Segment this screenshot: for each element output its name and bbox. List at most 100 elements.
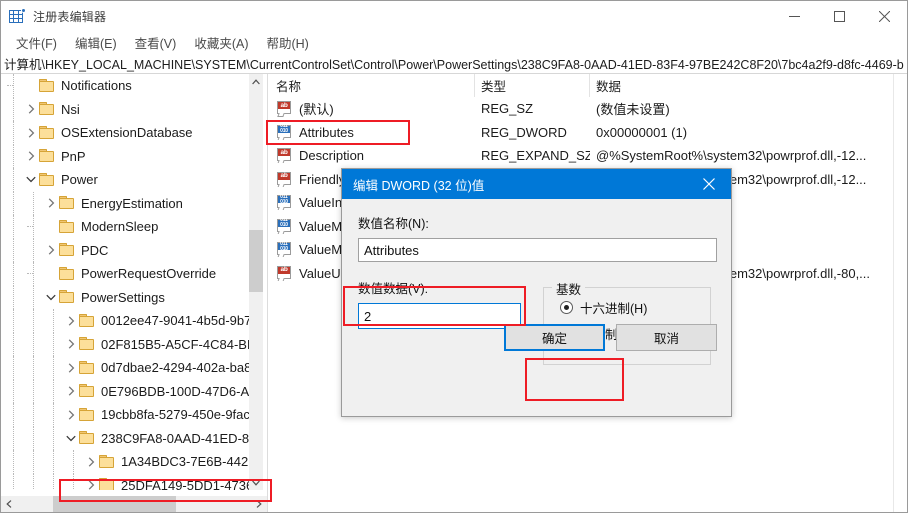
tree-item-0d7dbae2-4294-402a-ba8e[interactable]: 0d7dbae2-4294-402a-ba8e- <box>1 356 249 380</box>
dword-value-icon: 011 010 <box>276 124 293 140</box>
scroll-down-arrow-icon[interactable] <box>249 475 263 490</box>
value-data-cell: 0x00000001 (1) <box>596 124 688 140</box>
dialog-middle-row: 数值数据(V): 基数 十六进制(H) 十进制(D) <box>358 278 715 365</box>
chevron-right-icon[interactable] <box>83 450 99 474</box>
address-path: 计算机\HKEY_LOCAL_MACHINE\SYSTEM\CurrentCon… <box>4 57 904 72</box>
menu-item-help[interactable]: 帮助(H) <box>257 31 317 54</box>
tree-scrollbar-thumb[interactable] <box>249 230 263 292</box>
tree-guide-line <box>33 262 34 286</box>
address-bar[interactable]: 计算机\HKEY_LOCAL_MACHINE\SYSTEM\CurrentCon… <box>1 53 907 74</box>
dialog-close-button[interactable] <box>686 169 731 199</box>
tree-guide-line <box>33 426 34 450</box>
tree-vertical-scrollbar[interactable] <box>249 74 263 490</box>
tree-item-19cbb8fa-5279-450e-9fac-8[interactable]: 19cbb8fa-5279-450e-9fac-8 <box>1 403 249 427</box>
menu-item-edit[interactable]: 编辑(E) <box>66 31 126 54</box>
tree-item-label: 238C9FA8-0AAD-41ED-83F4 <box>101 430 249 446</box>
scroll-left-arrow-icon[interactable] <box>1 496 17 512</box>
chevron-down-icon[interactable] <box>43 286 59 310</box>
menu-item-file[interactable]: 文件(F) <box>7 31 66 54</box>
chevron-right-icon[interactable] <box>63 403 79 427</box>
tree-guide-line <box>13 262 14 286</box>
scroll-up-arrow-icon[interactable] <box>249 74 263 89</box>
tree-item-label: 0d7dbae2-4294-402a-ba8e- <box>101 360 249 376</box>
chevron-right-icon[interactable] <box>23 121 39 145</box>
tree-guide-line <box>53 473 54 490</box>
tree-item-02f815b5-a5cf-4c84-bf20[interactable]: 02F815B5-A5CF-4C84-BF20- <box>1 332 249 357</box>
tree-item-nsi[interactable]: Nsi <box>1 97 249 122</box>
maximize-button[interactable] <box>817 1 862 31</box>
chevron-right-icon[interactable] <box>63 356 79 380</box>
chevron-right-icon[interactable] <box>43 192 59 216</box>
value-data-input[interactable] <box>358 303 521 329</box>
minimize-button[interactable] <box>772 1 817 31</box>
menu-item-view[interactable]: 查看(V) <box>126 31 186 54</box>
tree-item-energyestimation[interactable]: EnergyEstimation <box>1 191 249 216</box>
tree-item-notifications[interactable]: Notifications <box>1 74 249 98</box>
tree-item-1a34bdc3-7e6b-442e-a9[interactable]: 1A34BDC3-7E6B-442E-A9 <box>1 450 249 474</box>
tree-item-pnp[interactable]: PnP <box>1 144 249 169</box>
tree-guide-line <box>33 238 34 262</box>
tree-item-label: Nsi <box>61 101 80 117</box>
value-name-cell: 011 010 Attributes <box>270 124 475 140</box>
string-value-icon: ab <box>276 265 293 281</box>
tree-item-powerrequestoverride[interactable]: PowerRequestOverride <box>1 262 249 286</box>
tree-item-osextensiondatabase[interactable]: OSExtensionDatabase <box>1 121 249 145</box>
tree-guide-line <box>13 403 14 427</box>
tree-horizontal-scrollbar[interactable] <box>1 496 267 512</box>
cancel-button[interactable]: 取消 <box>616 324 717 351</box>
tree-leaf-marker <box>43 215 59 239</box>
window-controls <box>772 1 907 31</box>
chevron-right-icon[interactable] <box>63 333 79 357</box>
tree-item-238c9fa8-0aad-41ed-83f4[interactable]: 238C9FA8-0AAD-41ED-83F4 <box>1 426 249 451</box>
tree-item-label: 0012ee47-9041-4b5d-9b77- <box>101 313 249 329</box>
radio-hexadecimal-icon[interactable] <box>560 300 573 314</box>
title-bar: 注册表编辑器 <box>1 1 907 31</box>
tree-item-label: 19cbb8fa-5279-450e-9fac-8 <box>101 407 249 423</box>
value-row[interactable]: ab (默认) REG_SZ (数值未设置) <box>270 97 907 121</box>
value-data-label: 数值数据(V): <box>358 282 429 296</box>
tree-item-label: Notifications <box>61 78 132 94</box>
chevron-right-icon[interactable] <box>43 239 59 263</box>
chevron-right-icon[interactable] <box>63 309 79 333</box>
tree-item-25dfa149-5dd1-4736-b5[interactable]: 25DFA149-5DD1-4736-B5 <box>1 473 249 491</box>
column-header-type[interactable]: 类型 <box>475 74 590 97</box>
chevron-right-icon[interactable] <box>23 98 39 122</box>
scroll-right-arrow-icon[interactable] <box>251 496 267 512</box>
tree-guide-line <box>53 356 54 380</box>
value-row[interactable]: 011 010 Attributes REG_DWORD 0x00000001 (1) <box>270 121 907 145</box>
ok-button[interactable]: 确定 <box>504 324 605 351</box>
chevron-right-icon[interactable] <box>63 380 79 404</box>
tree-item-modernsleep[interactable]: ModernSleep <box>1 215 249 239</box>
tree-guide-line <box>33 450 34 474</box>
tree-guide-line <box>33 191 34 215</box>
menu-item-favorites[interactable]: 收藏夹(A) <box>185 31 257 54</box>
tree-guide-line <box>53 426 54 450</box>
tree-item-pdc[interactable]: PDC <box>1 238 249 263</box>
window-title: 注册表编辑器 <box>33 9 107 24</box>
dialog-body: 数值名称(N): 数值数据(V): 基数 十六进制(H) 十进制(D) <box>342 199 731 365</box>
value-row[interactable]: ab Description REG_EXPAND_SZ @%SystemRoot%\… <box>270 144 907 168</box>
dialog-title-bar: 编辑 DWORD (32 位)值 <box>342 169 731 199</box>
tree-item-0e796bdb-100d-47d6-a2d5[interactable]: 0E796BDB-100D-47D6-A2D5 <box>1 379 249 404</box>
chevron-down-icon[interactable] <box>23 168 39 192</box>
registry-tree[interactable]: Notifications Nsi OSExtensionDatabase PnP Po… <box>1 74 249 490</box>
tree-guide-line <box>13 215 14 239</box>
tree-item-powersettings[interactable]: PowerSettings <box>1 285 249 310</box>
chevron-right-icon[interactable] <box>23 145 39 169</box>
value-name-input[interactable] <box>358 238 717 262</box>
tree-guide-line <box>33 309 34 333</box>
tree-item-power[interactable]: Power <box>1 168 249 192</box>
close-button[interactable] <box>862 1 907 31</box>
column-header-name[interactable]: 名称 <box>270 74 475 97</box>
folder-icon <box>39 102 56 116</box>
tree-item-label: ModernSleep <box>81 219 159 235</box>
dword-value-icon: 011 010 <box>276 242 293 258</box>
tree-guide-line <box>13 332 14 356</box>
chevron-down-icon[interactable] <box>63 427 79 451</box>
values-list-scrollbar[interactable] <box>893 74 907 512</box>
tree-hscrollbar-thumb[interactable] <box>53 496 176 512</box>
column-header-data[interactable]: 数据 <box>590 74 893 97</box>
chevron-right-icon[interactable] <box>83 474 99 491</box>
folder-icon <box>59 196 76 210</box>
tree-item-0012ee47-9041-4b5d-9b77[interactable]: 0012ee47-9041-4b5d-9b77- <box>1 309 249 333</box>
